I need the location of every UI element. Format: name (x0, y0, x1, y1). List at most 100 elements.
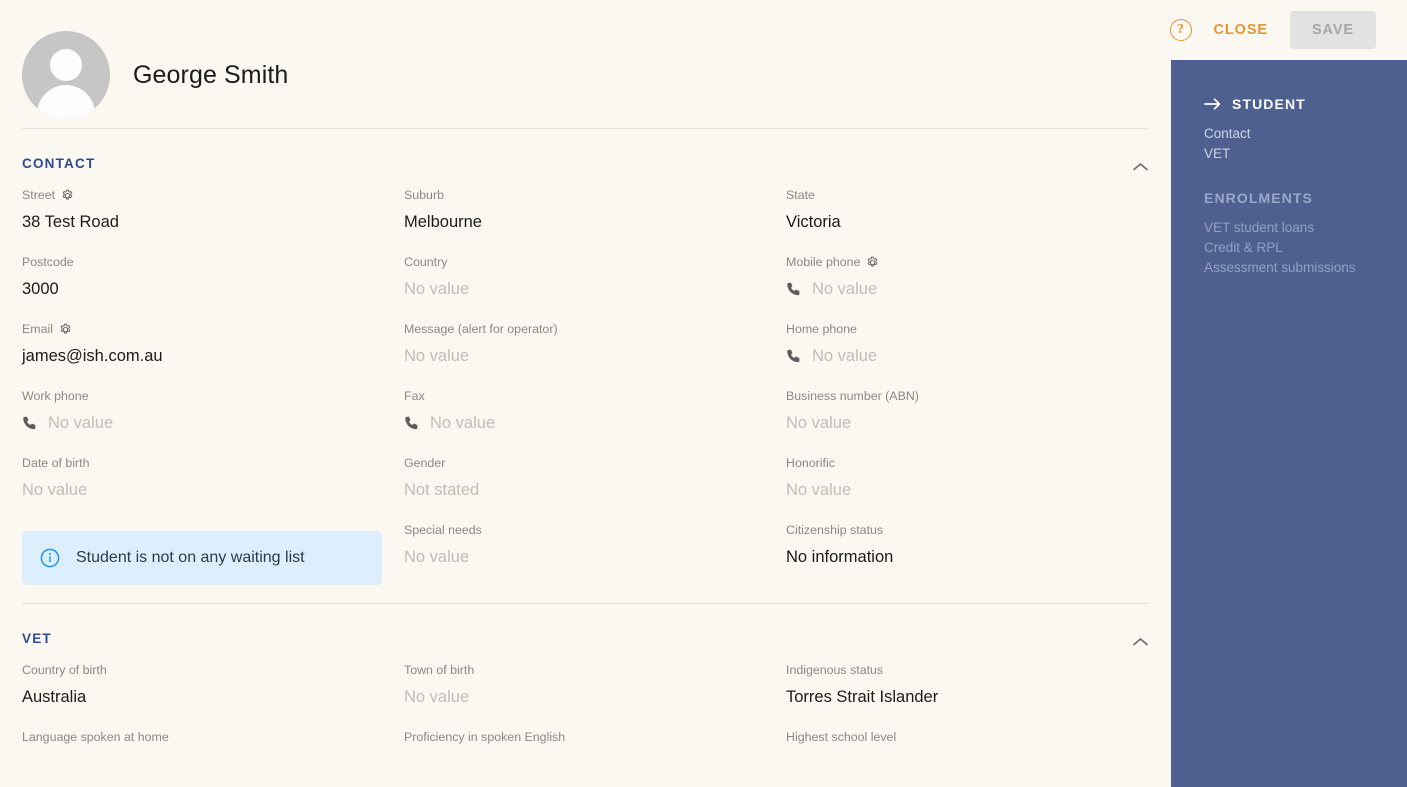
label-text: Postcode (22, 255, 74, 269)
field-value[interactable]: No value (786, 344, 1149, 368)
contact-extra-grid: Student is not on any waiting list Speci… (22, 522, 1149, 589)
field-label: Mobile phone (786, 254, 1149, 270)
field-label: Highest school level (786, 729, 1149, 745)
field-label: Gender (404, 455, 786, 471)
value-text: 38 Test Road (22, 213, 119, 231)
field-postcode: Postcode 3000 (22, 254, 404, 321)
section-header-contact[interactable]: CONTACT (22, 129, 1149, 187)
field-proficiency-in-spoken-english: Proficiency in spoken English (404, 729, 786, 787)
field-business-number-abn: Business number (ABN) No value (786, 388, 1149, 455)
field-value[interactable]: Torres Strait Islander (786, 685, 1149, 709)
field-country: Country No value (404, 254, 786, 321)
label-text: Country of birth (22, 663, 107, 677)
field-highest-school-level: Highest school level (786, 729, 1149, 787)
field-date-of-birth: Date of birth No value (22, 455, 404, 522)
top-action-bar: ? CLOSE SAVE (1007, 0, 1407, 60)
field-label: Special needs (404, 522, 786, 538)
nav-header-student[interactable]: STUDENT (1204, 96, 1407, 112)
field-value[interactable]: No information (786, 545, 1149, 569)
field-label: Country of birth (22, 662, 404, 678)
sidebar-item-credit-rpl[interactable]: Credit & RPL (1204, 238, 1407, 258)
label-text: Indigenous status (786, 663, 884, 677)
field-language-spoken-at-home: Language spoken at home (22, 729, 404, 787)
field-value[interactable]: Australia (22, 685, 404, 709)
field-value[interactable]: No value (22, 478, 404, 502)
field-value[interactable]: Victoria (786, 210, 1149, 234)
field-value[interactable]: james@ish.com.au (22, 344, 404, 368)
chevron-up-icon[interactable] (1132, 634, 1149, 645)
section-header-vet[interactable]: VET (22, 604, 1149, 662)
field-value[interactable]: Not stated (404, 478, 786, 502)
field-honorific: Honorific No value (786, 455, 1149, 522)
field-work-phone: Work phone No value (22, 388, 404, 455)
field-indigenous-status: Indigenous status Torres Strait Islander (786, 662, 1149, 729)
field-label: Honorific (786, 455, 1149, 471)
value-text: No value (22, 481, 88, 499)
field-label: Fax (404, 388, 786, 404)
chevron-up-icon[interactable] (1132, 159, 1149, 170)
value-text: No value (786, 414, 852, 432)
field-value[interactable]: No value (404, 277, 786, 301)
save-button[interactable]: SAVE (1289, 11, 1376, 49)
label-text: Street (22, 188, 56, 202)
nav-header-enrolments[interactable]: ENROLMENTS (1204, 190, 1407, 206)
field-value[interactable]: No value (404, 685, 786, 709)
label-text: Gender (404, 456, 446, 470)
field-label: Business number (ABN) (786, 388, 1149, 404)
field-value[interactable]: No value (404, 411, 786, 435)
field-label: State (786, 187, 1149, 203)
sidebar-item-assessment-submissions[interactable]: Assessment submissions (1204, 258, 1407, 278)
field-value[interactable]: No value (22, 411, 404, 435)
field-value[interactable]: No value (786, 478, 1149, 502)
sidebar-item-contact[interactable]: Contact (1204, 124, 1407, 144)
label-text: Honorific (786, 456, 835, 470)
value-text: Torres Strait Islander (786, 688, 939, 706)
field-value[interactable]: 3000 (22, 277, 404, 301)
help-icon[interactable]: ? (1169, 19, 1192, 41)
field-value[interactable]: No value (786, 411, 1149, 435)
value-text: 3000 (22, 280, 59, 298)
field-value[interactable]: 38 Test Road (22, 210, 404, 234)
phone-icon (404, 415, 421, 432)
section-title-vet: VET (22, 631, 52, 646)
value-text: Melbourne (404, 213, 482, 231)
field-label: Country (404, 254, 786, 270)
arrow-right-icon (1204, 97, 1221, 111)
label-text: Town of birth (404, 663, 475, 677)
close-button[interactable]: CLOSE (1210, 16, 1272, 44)
field-value[interactable]: Melbourne (404, 210, 786, 234)
field-label: Email (22, 321, 404, 337)
field-home-phone: Home phone No value (786, 321, 1149, 388)
phone-icon (786, 281, 803, 298)
gear-icon[interactable] (59, 323, 72, 336)
sidebar-item-vet[interactable]: VET (1204, 144, 1407, 164)
field-state: State Victoria (786, 187, 1149, 254)
page-title: George Smith (133, 60, 289, 89)
field-value[interactable]: No value (786, 277, 1149, 301)
label-text: Business number (ABN) (786, 389, 919, 403)
label-text: Language spoken at home (22, 730, 169, 744)
field-label: Postcode (22, 254, 404, 270)
field-fax: Fax No value (404, 388, 786, 455)
value-text: No value (404, 688, 470, 706)
field-value[interactable]: No value (404, 545, 786, 569)
field-label: Indigenous status (786, 662, 1149, 678)
main-content: George Smith CONTACT Street 38 Test Road S… (0, 0, 1171, 787)
value-text: No value (812, 347, 878, 365)
label-text: Special needs (404, 523, 482, 537)
value-text: Australia (22, 688, 87, 706)
label-text: Highest school level (786, 730, 897, 744)
gear-icon[interactable] (866, 256, 879, 269)
value-text: No value (786, 481, 852, 499)
label-text: Mobile phone (786, 255, 861, 269)
sidebar-item-vet-student-loans[interactable]: VET student loans (1204, 218, 1407, 238)
student-profile-page: ? CLOSE SAVE George Smith CONTACT Street… (0, 0, 1407, 787)
waiting-list-alert-text: Student is not on any waiting list (76, 549, 305, 566)
value-text: Victoria (786, 213, 841, 231)
label-text: Email (22, 322, 53, 336)
label-text: Work phone (22, 389, 89, 403)
field-value[interactable]: No value (404, 344, 786, 368)
gear-icon[interactable] (61, 189, 74, 202)
nav-header-label: STUDENT (1232, 96, 1306, 112)
field-town-of-birth: Town of birth No value (404, 662, 786, 729)
